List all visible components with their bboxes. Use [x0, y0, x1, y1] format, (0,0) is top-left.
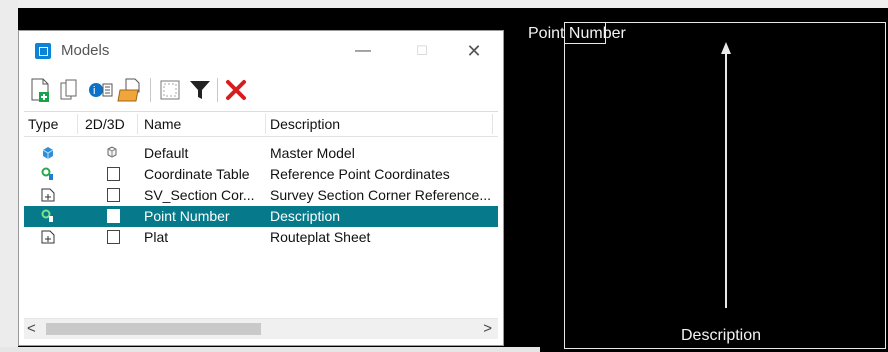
column-header-type[interactable]: Type [28, 116, 58, 132]
status-strip [0, 347, 540, 352]
window-edge-top [0, 0, 888, 8]
sheet-model-icon [41, 230, 55, 244]
models-window-icon [35, 43, 51, 59]
dialog-titlebar[interactable]: Models — ☐ ✕ [19, 31, 503, 71]
column-divider[interactable] [137, 114, 138, 134]
table-row[interactable]: SV_Section Cor... Survey Section Corner … [24, 185, 498, 206]
point-number-icon [41, 209, 55, 223]
window-edge-left [0, 0, 18, 352]
model-name: Plat [144, 229, 169, 245]
filter-icon[interactable] [187, 77, 213, 103]
models-table: Type 2D/3D Name Description Default Mast… [24, 111, 498, 318]
model-properties-icon[interactable]: i [87, 77, 113, 103]
column-header-2d3d[interactable]: 2D/3D [85, 116, 125, 132]
table-header: Type 2D/3D Name Description [24, 112, 498, 137]
table-row[interactable]: Default Master Model [24, 143, 498, 164]
delete-icon[interactable] [223, 77, 249, 103]
default-model-icon [41, 146, 55, 160]
column-header-description[interactable]: Description [270, 116, 340, 132]
column-divider[interactable] [77, 114, 78, 134]
model-description: Survey Section Corner Reference... [270, 187, 491, 203]
scroll-right-button[interactable]: > [483, 320, 492, 337]
model-name: Coordinate Table [144, 166, 250, 182]
toolbar-separator [217, 78, 218, 102]
2d-checkbox-icon [107, 230, 120, 244]
minimize-button[interactable]: — [348, 37, 378, 65]
model-name: Default [144, 145, 189, 161]
new-model-icon[interactable] [27, 77, 53, 103]
model-description: Description [270, 208, 341, 224]
3d-cube-icon [105, 145, 119, 159]
table-row[interactable]: Plat Routeplat Sheet [24, 227, 498, 248]
canvas-top-label: Point Number [528, 25, 626, 42]
model-name: Point Number [144, 208, 230, 224]
horizontal-scrollbar[interactable]: < > [24, 318, 498, 339]
sheet-model-icon [41, 188, 55, 202]
import-model-icon[interactable] [117, 77, 143, 103]
models-toolbar: i [27, 73, 497, 107]
2d-checkbox-icon [107, 188, 120, 202]
model-description: Routeplat Sheet [270, 229, 371, 245]
toolbar-separator [150, 78, 151, 102]
scroll-thumb[interactable] [46, 323, 261, 335]
column-header-name[interactable]: Name [144, 116, 181, 132]
table-row-selected[interactable]: Point Number Description [24, 206, 498, 227]
column-divider[interactable] [492, 114, 493, 134]
model-name: SV_Section Cor... [144, 187, 255, 203]
scroll-left-button[interactable]: < [27, 320, 36, 337]
maximize-button[interactable]: ☐ [407, 37, 437, 65]
models-dialog: Models — ☐ ✕ i Type 2D/3D Name Descripti… [18, 30, 504, 346]
dialog-title: Models [61, 42, 110, 59]
frame-icon[interactable] [157, 77, 183, 103]
column-divider[interactable] [265, 114, 266, 134]
model-description: Master Model [270, 145, 355, 161]
2d-checkbox-icon [107, 209, 120, 223]
copy-model-icon[interactable] [57, 77, 83, 103]
2d-checkbox-icon [107, 167, 120, 181]
arrow-shaft [725, 50, 727, 308]
model-description: Reference Point Coordinates [270, 166, 450, 182]
coordinate-table-icon [41, 167, 55, 181]
table-row[interactable]: Coordinate Table Reference Point Coordin… [24, 164, 498, 185]
svg-text:i: i [93, 85, 95, 97]
close-button[interactable]: ✕ [459, 37, 489, 65]
canvas-bottom-label: Description [681, 327, 762, 344]
